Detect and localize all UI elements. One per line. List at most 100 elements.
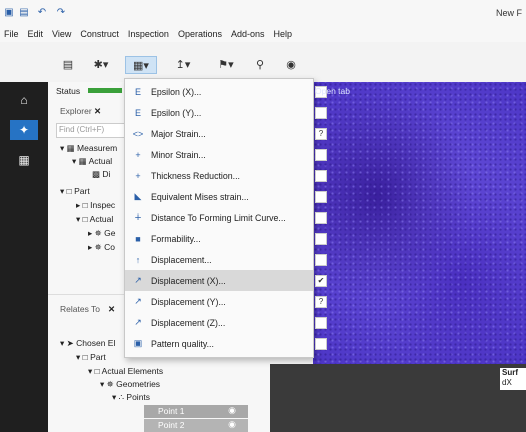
- epsilon-y-icon: E: [134, 107, 141, 118]
- tools-dropdown-icon[interactable]: ✱▾: [90, 56, 112, 72]
- menu-item-mises-strain[interactable]: ◣ Equivalent Mises strain...: [125, 186, 327, 207]
- menu-item-formability[interactable]: ■ Formability...: [125, 228, 327, 249]
- tree-item-label: Point 2: [158, 420, 185, 430]
- menu-item-label: Displacement (Z)...: [151, 317, 226, 328]
- close-icon[interactable]: ✕: [108, 304, 115, 315]
- checkbox[interactable]: ?: [315, 295, 327, 308]
- overlay-text: Surf: [502, 368, 518, 377]
- undo-icon[interactable]: ↶: [35, 6, 49, 19]
- thickness-icon: +: [135, 170, 141, 181]
- tree-item[interactable]: ▾ □ Actual: [76, 214, 113, 225]
- tree-item-label: Actual Elements: [101, 366, 164, 376]
- checkbox[interactable]: [315, 253, 327, 266]
- tree-item[interactable]: ▾ ▦ Actual: [72, 156, 112, 167]
- eye-icon[interactable]: ◉: [228, 405, 236, 416]
- tree-item[interactable]: ▾ ➤ Chosen El: [60, 338, 115, 349]
- menu-help[interactable]: Help: [274, 29, 293, 39]
- checkbox[interactable]: [315, 169, 327, 182]
- menu-item-label: Displacement (X)...: [151, 275, 226, 286]
- selected-row[interactable]: Point 2 ◉: [144, 419, 248, 432]
- menu-item-thickness-reduction[interactable]: + Thickness Reduction...: [125, 165, 327, 186]
- camera-icon[interactable]: ◉: [283, 56, 299, 72]
- checkbox[interactable]: [315, 190, 327, 203]
- menu-construct[interactable]: Construct: [80, 29, 119, 39]
- menu-item-flc-distance[interactable]: ∔ Distance To Forming Limit Curve...: [125, 207, 327, 228]
- menu-item-epsilon-y[interactable]: E Epsilon (Y)...: [125, 102, 327, 123]
- flc-icon: ∔: [134, 212, 142, 222]
- tree-item[interactable]: ▾ □ Part: [76, 352, 106, 363]
- checkbox[interactable]: [315, 211, 327, 224]
- tree-item[interactable]: ▸ ✵ Ge: [88, 228, 115, 239]
- menu-item-label: Thickness Reduction...: [151, 170, 240, 181]
- tree-item-label: Di: [102, 169, 111, 179]
- upload-dropdown-icon[interactable]: ↥▾: [170, 56, 196, 72]
- tree-item[interactable]: ▾ ▦ Measurem: [60, 143, 117, 154]
- tree-item[interactable]: ▩ Di: [92, 169, 110, 180]
- menu-item-displacement-y[interactable]: ↗ Displacement (Y)...?: [125, 291, 327, 312]
- side-rail: ⌂ ✦ ▦: [0, 82, 48, 432]
- close-icon[interactable]: ✕: [94, 106, 101, 117]
- strain-viewport[interactable]: Open tab: [313, 82, 526, 364]
- tree-item-label: Point 1: [158, 406, 185, 416]
- menu-item-minor-strain[interactable]: + Minor Strain...: [125, 144, 327, 165]
- displacement-y-icon: ↗: [134, 296, 142, 306]
- selected-row[interactable]: Point 1 ◉: [144, 405, 248, 418]
- checkbox[interactable]: [315, 316, 327, 329]
- menu-operations[interactable]: Operations: [178, 29, 222, 39]
- menu-view[interactable]: View: [52, 29, 71, 39]
- menu-item-major-strain[interactable]: <> Major Strain...?: [125, 123, 327, 144]
- status-label: Status: [56, 86, 81, 96]
- app-title: New F: [495, 8, 522, 18]
- major-strain-icon: <>: [132, 128, 144, 139]
- tree-item-label: Actual: [89, 214, 114, 224]
- tree-item[interactable]: ▾ ✵ Geometries: [100, 379, 160, 390]
- menu-file[interactable]: File: [4, 29, 19, 39]
- tree-item[interactable]: ▸ □ Inspec: [76, 200, 115, 211]
- checkbox[interactable]: ✔: [315, 274, 327, 287]
- tree-item[interactable]: ▾ ∴ Points: [112, 392, 150, 403]
- find-input[interactable]: Find (Ctrl+F): [56, 123, 134, 138]
- tree-item[interactable]: ▸ ✵ Co: [88, 242, 115, 253]
- epsilon-x-icon: E: [134, 86, 141, 97]
- menu-item-epsilon-x[interactable]: E Epsilon (X)...: [125, 81, 327, 102]
- tab-explorer[interactable]: Explorer: [60, 106, 92, 116]
- menu-item-displacement-z[interactable]: ↗ Displacement (Z)...: [125, 312, 327, 333]
- checkbox[interactable]: [315, 337, 327, 350]
- document-icon[interactable]: ▦: [10, 150, 38, 170]
- formability-icon: ■: [135, 233, 141, 244]
- lower-viewport[interactable]: Surf dX: [270, 364, 526, 432]
- checkbox[interactable]: [315, 106, 327, 119]
- tree-item[interactable]: ▾ □ Actual Elements: [88, 366, 163, 377]
- tree-item-label: Part: [90, 352, 106, 362]
- explorer-icon[interactable]: ✦: [10, 120, 38, 140]
- menu-item-displacement-x[interactable]: ↗ Displacement (X)... ✔: [125, 270, 327, 291]
- inspection-dropdown: E Epsilon (X)... E Epsilon (Y)... <> Major …: [124, 78, 327, 358]
- checkbox[interactable]: [315, 148, 327, 161]
- tree-item[interactable]: ▾ □ Part: [60, 186, 90, 197]
- tree-item-label: Part: [74, 186, 90, 196]
- menu-item-label: Epsilon (X)...: [151, 86, 202, 97]
- menu-edit[interactable]: Edit: [28, 29, 44, 39]
- calculator-dropdown-button[interactable]: ▦▾: [125, 56, 157, 74]
- eye-icon[interactable]: ◉: [228, 419, 236, 430]
- search-icon[interactable]: ⚲: [252, 56, 268, 72]
- overlay-text: dX: [502, 378, 512, 387]
- menu-item-pattern-quality[interactable]: ▣ Pattern quality...: [125, 333, 327, 354]
- flag-dropdown-icon[interactable]: ⚑▾: [213, 56, 239, 72]
- menu-item-displacement[interactable]: ↑ Displacement...: [125, 249, 327, 270]
- redo-icon[interactable]: ↷: [54, 6, 68, 19]
- home-icon[interactable]: ⌂: [10, 90, 38, 110]
- menu-addons[interactable]: Add-ons: [231, 29, 265, 39]
- tree-item-label: Ge: [104, 228, 116, 238]
- menu-inspection[interactable]: Inspection: [128, 29, 169, 39]
- checkbox[interactable]: [315, 232, 327, 245]
- displacement-icon: ↑: [135, 254, 141, 265]
- checkbox[interactable]: ?: [315, 127, 327, 140]
- menu-item-label: Minor Strain...: [151, 149, 206, 160]
- tab-relates-to[interactable]: Relates To: [60, 304, 100, 314]
- menu-item-label: Epsilon (Y)...: [151, 107, 202, 118]
- layout-icon[interactable]: ▤: [60, 56, 76, 72]
- displacement-z-icon: ↗: [134, 317, 142, 327]
- save-icon[interactable]: ▤: [18, 6, 30, 19]
- viewport-tab[interactable]: Open tab: [315, 86, 350, 96]
